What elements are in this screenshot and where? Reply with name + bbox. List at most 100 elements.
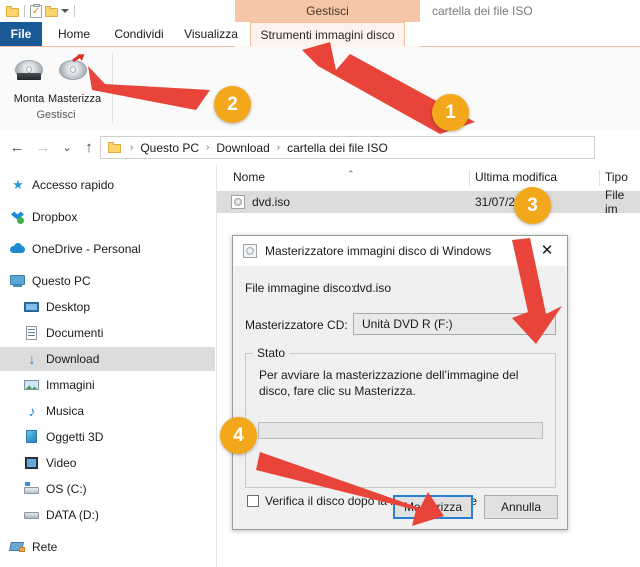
up-button[interactable]: ↑ xyxy=(80,139,98,157)
sidebar-item-label: Download xyxy=(46,352,100,366)
tab-file[interactable]: File xyxy=(0,22,42,47)
sidebar-item-download[interactable]: ↓ Download xyxy=(0,347,215,371)
breadcrumb: › Questo PC › Download › cartella dei fi… xyxy=(108,136,388,159)
breadcrumb-item-0[interactable]: Questo PC xyxy=(140,141,199,155)
properties-icon[interactable] xyxy=(30,3,42,18)
sidebar-item-label: DATA (D:) xyxy=(46,508,99,522)
ribbon-group-divider xyxy=(112,53,113,123)
burn-dialog-button[interactable]: Masterizza xyxy=(393,495,473,519)
sidebar-item-desktop[interactable]: Desktop xyxy=(0,295,215,319)
back-button[interactable]: ← xyxy=(8,139,26,157)
tab-condividi[interactable]: Condividi xyxy=(104,22,174,47)
burn-disc-image-dialog: Masterizzatore immagini disco di Windows… xyxy=(232,235,568,530)
status-legend: Stato xyxy=(253,346,290,360)
sidebar-item-rete[interactable]: Rete xyxy=(0,535,215,559)
sidebar-item-label: Musica xyxy=(46,404,85,418)
mount-ribbon-button[interactable]: Monta xyxy=(4,52,54,107)
video-icon xyxy=(24,455,40,471)
disc-image-icon xyxy=(243,244,257,258)
tab-home[interactable]: Home xyxy=(48,22,100,47)
sidebar-item-oggetti-3d[interactable]: Oggetti 3D xyxy=(0,425,215,449)
sidebar-item-immagini[interactable]: Immagini xyxy=(0,373,215,397)
column-divider-1[interactable] xyxy=(469,170,470,186)
file-explorer-window: Gestisci cartella dei file ISO File Home… xyxy=(0,0,640,567)
file-type-cell: File im xyxy=(605,188,625,216)
star-icon: ★ xyxy=(12,177,24,192)
qat-divider xyxy=(24,5,25,17)
window-title: cartella dei file ISO xyxy=(432,4,533,18)
music-icon: ♪ xyxy=(28,403,36,419)
new-folder-icon[interactable] xyxy=(45,5,58,17)
breadcrumb-item-1[interactable]: Download xyxy=(216,141,269,155)
mount-disc-icon xyxy=(15,54,43,82)
status-text: Per avviare la masterizzazione dell’imma… xyxy=(259,368,519,398)
sidebar-item-data-d[interactable]: DATA (D:) xyxy=(0,503,215,527)
burn-button-label: Masterizza xyxy=(48,93,102,105)
annotation-badge-4: 4 xyxy=(220,417,257,454)
cancel-dialog-button[interactable]: Annulla xyxy=(484,495,558,519)
drive-icon xyxy=(24,507,40,523)
close-icon[interactable]: ✕ xyxy=(527,236,567,266)
column-divider-2[interactable] xyxy=(599,170,600,186)
breadcrumb-sep-0: › xyxy=(130,142,134,153)
mount-button-label: Monta xyxy=(13,93,45,105)
cloud-icon xyxy=(10,241,26,257)
dropbox-icon xyxy=(10,209,26,225)
sort-ascending-icon: ⌃ xyxy=(347,169,355,179)
progress-bar xyxy=(258,422,543,439)
os-drive-icon xyxy=(24,481,40,497)
burner-combobox[interactable]: Unità DVD R (F:) ⌄ xyxy=(353,313,556,335)
sidebar-item-label: Desktop xyxy=(46,300,91,314)
sidebar-item-label: Video xyxy=(46,456,77,470)
ribbon-group-gestisci: Monta Masterizza Gestisci xyxy=(0,47,112,130)
ribbon-body: Monta Masterizza Gestisci xyxy=(0,47,640,131)
verify-disc-checkbox[interactable] xyxy=(247,495,259,507)
documents-icon xyxy=(24,325,40,341)
breadcrumb-sep-2: › xyxy=(276,142,281,153)
quick-access-toolbar xyxy=(6,2,77,20)
sidebar-item-dropbox[interactable]: Dropbox xyxy=(0,205,215,229)
tab-strumenti-immagini-disco[interactable]: Strumenti immagini disco xyxy=(250,22,405,47)
breadcrumb-folder-icon xyxy=(108,142,121,153)
sidebar-item-onedrive-personal[interactable]: OneDrive - Personal xyxy=(0,237,215,261)
sidebar-item-label: OneDrive - Personal xyxy=(32,242,141,256)
burner-label: Masterizzatore CD: xyxy=(245,318,348,332)
table-row[interactable]: dvd.iso 31/07/20 File im xyxy=(217,188,640,216)
tab-visualizza[interactable]: Visualizza xyxy=(178,22,244,47)
column-header-row: Nome ⌃ Ultima modifica Tipo xyxy=(217,165,640,192)
sidebar-item-accesso-rapido[interactable]: ★ Accesso rapido xyxy=(0,173,215,197)
breadcrumb-sep-1: › xyxy=(206,142,210,153)
chevron-down-icon: ⌄ xyxy=(538,318,547,329)
sidebar-item-musica[interactable]: ♪ Musica xyxy=(0,399,215,423)
contextual-tab-group-title: Gestisci xyxy=(306,4,349,18)
column-header-tipo[interactable]: Tipo xyxy=(605,165,640,190)
sidebar-item-label: Oggetti 3D xyxy=(46,430,104,444)
pictures-icon xyxy=(24,377,40,393)
recent-locations-button[interactable]: ⌄ xyxy=(60,139,74,157)
sidebar-item-label: Accesso rapido xyxy=(32,178,115,192)
qat-divider-2 xyxy=(74,5,75,17)
breadcrumb-item-2[interactable]: cartella dei file ISO xyxy=(287,141,388,155)
address-bar: ← → ⌄ ↑ › Questo PC › Download › cartell… xyxy=(0,130,640,165)
ribbon-group-label: Gestisci xyxy=(36,109,76,121)
sidebar-item-label: Rete xyxy=(32,540,58,554)
folder-icon[interactable] xyxy=(6,5,19,17)
ribbon-tabstrip: File Home Condividi Visualizza Strumenti… xyxy=(0,22,640,47)
sidebar-item-documenti[interactable]: Documenti xyxy=(0,321,215,345)
dialog-title-bar: Masterizzatore immagini disco di Windows… xyxy=(233,236,567,266)
file-name-cell: dvd.iso xyxy=(252,195,291,209)
sidebar-item-label: Dropbox xyxy=(32,210,78,224)
forward-button[interactable]: → xyxy=(34,139,52,157)
sidebar-item-os-c[interactable]: OS (C:) xyxy=(0,477,215,501)
downloads-icon: ↓ xyxy=(28,351,36,367)
3d-objects-icon xyxy=(24,429,40,445)
annotation-badge-1: 1 xyxy=(432,94,469,131)
image-file-label: File immagine disco: xyxy=(245,281,355,295)
sidebar-item-video[interactable]: Video xyxy=(0,451,215,475)
sidebar-item-label: Immagini xyxy=(46,378,95,392)
sidebar-item-label: Documenti xyxy=(46,326,104,340)
customize-caret-icon[interactable] xyxy=(61,9,69,13)
burn-disc-icon xyxy=(59,54,87,82)
sidebar-item-questo-pc[interactable]: Questo PC xyxy=(0,269,215,293)
burn-ribbon-button[interactable]: Masterizza xyxy=(48,52,102,107)
